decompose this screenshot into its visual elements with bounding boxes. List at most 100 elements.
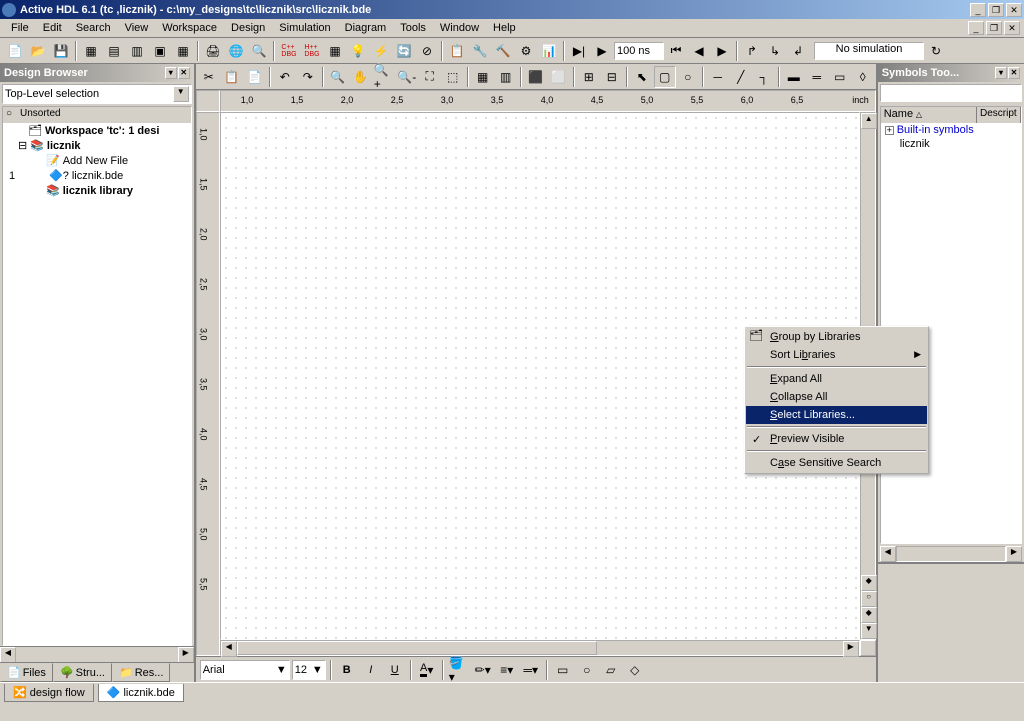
scroll-nav-1[interactable]: ◆ bbox=[861, 575, 877, 591]
tree-scroll-right-button[interactable]: ▶ bbox=[178, 647, 194, 663]
tool-13[interactable]: ⚡ bbox=[370, 40, 392, 62]
panel-pin-button[interactable]: ▾ bbox=[165, 67, 177, 79]
open-button[interactable]: 📂 bbox=[27, 40, 49, 62]
tool-11[interactable]: ▦ bbox=[324, 40, 346, 62]
tool-8[interactable]: 🔍 bbox=[248, 40, 270, 62]
line-style-button[interactable]: ≡▾ bbox=[496, 659, 518, 681]
mdi-restore-button[interactable]: ❐ bbox=[986, 21, 1002, 35]
run-button[interactable]: ▶ bbox=[591, 40, 613, 62]
menu-simulation[interactable]: Simulation bbox=[272, 20, 337, 36]
line-color-button[interactable]: ✏▾ bbox=[472, 659, 494, 681]
step-back-all-button[interactable]: ⏮ bbox=[665, 40, 687, 62]
step-back-button[interactable]: ◀ bbox=[688, 40, 710, 62]
dtool-5[interactable]: ⊞ bbox=[578, 66, 600, 88]
tree-file-row[interactable]: 1 🔷? licznik.bde bbox=[3, 168, 191, 183]
mdi-close-button[interactable]: ✕ bbox=[1004, 21, 1020, 35]
ctx-expand-all[interactable]: Expand All bbox=[746, 370, 927, 388]
ctx-preview-visible[interactable]: ✓ Preview Visible bbox=[746, 430, 927, 448]
minimize-button[interactable]: _ bbox=[970, 3, 986, 17]
tree-workspace[interactable]: 🗂 Workspace 'tc': 1 desi bbox=[3, 123, 191, 138]
panel-close-button[interactable]: ✕ bbox=[178, 67, 190, 79]
underline-button[interactable]: U bbox=[384, 659, 406, 681]
new-button[interactable]: 📄 bbox=[4, 40, 26, 62]
fill-color-button[interactable]: 🪣▾ bbox=[448, 659, 470, 681]
cut-button[interactable]: ✂ bbox=[198, 66, 220, 88]
shape-3-button[interactable]: ▱ bbox=[600, 659, 622, 681]
scroll-nav-3[interactable]: ◆ bbox=[861, 607, 877, 623]
tool-12[interactable]: 💡 bbox=[347, 40, 369, 62]
run-start-button[interactable]: ▶| bbox=[568, 40, 590, 62]
font-select[interactable]: Arial▼ bbox=[200, 660, 290, 680]
font-color-button[interactable]: A▾ bbox=[416, 659, 438, 681]
sym-scroll-right-button[interactable]: ▶ bbox=[1006, 546, 1022, 562]
zoom-fit-button[interactable]: ⛶ bbox=[419, 66, 441, 88]
dtool-15[interactable]: ▭ bbox=[829, 66, 851, 88]
scroll-nav-2[interactable]: ○ bbox=[861, 591, 877, 607]
dtool-6[interactable]: ⊟ bbox=[601, 66, 623, 88]
tree-col-name[interactable]: Unsorted bbox=[17, 107, 191, 122]
bold-button[interactable]: B bbox=[336, 659, 358, 681]
trace-3-button[interactable]: ↲ bbox=[787, 40, 809, 62]
tool-7[interactable]: 🌐 bbox=[225, 40, 247, 62]
scroll-left-button[interactable]: ◀ bbox=[221, 641, 237, 657]
horizontal-scrollbar[interactable]: ◀ ▶ bbox=[220, 640, 860, 656]
tool-5[interactable]: ▦ bbox=[172, 40, 194, 62]
tool-15[interactable]: ⊘ bbox=[416, 40, 438, 62]
menu-edit[interactable]: Edit bbox=[36, 20, 69, 36]
tab-licznik-bde[interactable]: 🔷 licznik.bde bbox=[98, 684, 184, 702]
ctx-select-libraries[interactable]: Select Libraries... bbox=[746, 406, 927, 424]
dtool-8[interactable]: ▢ bbox=[654, 66, 676, 88]
tab-files[interactable]: 📄Files bbox=[0, 663, 53, 682]
line-weight-button[interactable]: ═▾ bbox=[520, 659, 542, 681]
step-fwd-button[interactable]: ▶ bbox=[711, 40, 733, 62]
zoom-in-button[interactable]: 🔍+ bbox=[373, 66, 395, 88]
menu-workspace[interactable]: Workspace bbox=[155, 20, 224, 36]
tool-20[interactable]: 📊 bbox=[538, 40, 560, 62]
italic-button[interactable]: I bbox=[360, 659, 382, 681]
dtool-1[interactable]: ▦ bbox=[472, 66, 494, 88]
save-button[interactable]: 💾 bbox=[50, 40, 72, 62]
menu-tools[interactable]: Tools bbox=[393, 20, 433, 36]
mdi-minimize-button[interactable]: _ bbox=[968, 21, 984, 35]
select-button[interactable]: ⬉ bbox=[631, 66, 653, 88]
redo-button[interactable]: ↷ bbox=[297, 66, 319, 88]
shape-2-button[interactable]: ○ bbox=[576, 659, 598, 681]
tool-14[interactable]: 🔄 bbox=[393, 40, 415, 62]
sym-scroll-left-button[interactable]: ◀ bbox=[880, 546, 896, 562]
trace-2-button[interactable]: ↳ bbox=[764, 40, 786, 62]
tab-structure[interactable]: 🌳Stru... bbox=[53, 663, 112, 682]
scroll-down-button[interactable]: ▼ bbox=[861, 623, 877, 639]
tool-18[interactable]: 🔨 bbox=[492, 40, 514, 62]
design-tree[interactable]: ○ Unsorted 🗂 Workspace 'tc': 1 desi ⊟ 📚 … bbox=[2, 106, 192, 646]
symbols-list[interactable]: Name △ Descript + Built-in symbols liczn… bbox=[880, 106, 1022, 544]
dtool-2[interactable]: ▥ bbox=[495, 66, 517, 88]
zoom-area-button[interactable]: ⬚ bbox=[442, 66, 464, 88]
dtool-9[interactable]: ○ bbox=[677, 66, 699, 88]
tool-3[interactable]: ▥ bbox=[126, 40, 148, 62]
menu-design[interactable]: Design bbox=[224, 20, 272, 36]
ctx-case-sensitive-search[interactable]: Case Sensitive Search bbox=[746, 454, 927, 472]
tool-end[interactable]: ↻ bbox=[925, 40, 947, 62]
font-size-select[interactable]: 12▼ bbox=[292, 660, 326, 680]
zoom-button[interactable]: 🔍 bbox=[327, 66, 349, 88]
shape-4-button[interactable]: ◇ bbox=[624, 659, 646, 681]
tool-19[interactable]: ⚙ bbox=[515, 40, 537, 62]
dtool-10[interactable]: ─ bbox=[707, 66, 729, 88]
zoom-out-button[interactable]: 🔍- bbox=[396, 66, 418, 88]
top-level-dropdown[interactable]: Top-Level selection ▼ bbox=[2, 84, 192, 104]
symbols-pin-button[interactable]: ▾ bbox=[995, 67, 1007, 79]
shape-1-button[interactable]: ▭ bbox=[552, 659, 574, 681]
symbols-close-button[interactable]: ✕ bbox=[1008, 67, 1020, 79]
tree-add-new-file[interactable]: 📝 Add New File bbox=[3, 153, 191, 168]
tree-col-status[interactable]: ○ bbox=[3, 107, 17, 122]
tool-16[interactable]: 📋 bbox=[446, 40, 468, 62]
close-button[interactable]: ✕ bbox=[1006, 3, 1022, 17]
tool-6[interactable]: 🖨 bbox=[202, 40, 224, 62]
menu-help[interactable]: Help bbox=[486, 20, 523, 36]
menu-window[interactable]: Window bbox=[433, 20, 486, 36]
tool-4[interactable]: ▣ bbox=[149, 40, 171, 62]
menu-diagram[interactable]: Diagram bbox=[338, 20, 394, 36]
symbols-builtin-item[interactable]: + Built-in symbols bbox=[881, 123, 1021, 137]
dtool-13[interactable]: ▬ bbox=[783, 66, 805, 88]
scroll-up-button[interactable]: ▲ bbox=[861, 113, 877, 129]
